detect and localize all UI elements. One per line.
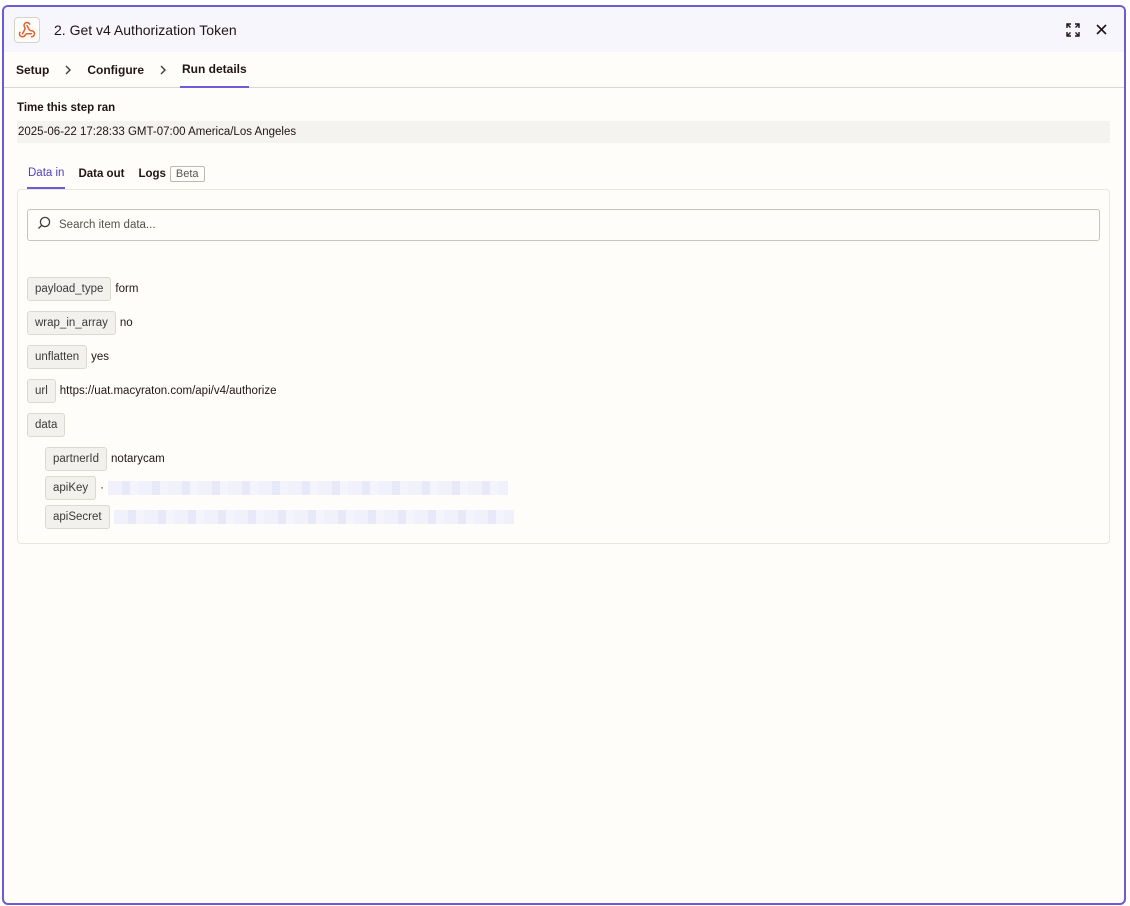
page-title: 2. Get v4 Authorization Token [54, 21, 237, 38]
webhook-icon [14, 16, 40, 43]
breadcrumb-configure[interactable]: Configure [85, 52, 146, 87]
field-row-apisecret: apiSecret [45, 505, 1100, 529]
field-key[interactable]: apiSecret [45, 505, 110, 529]
field-row-apikey: apiKey · [45, 476, 1100, 500]
field-row-data: data [27, 413, 1100, 437]
field-list: payload_type form wrap_in_array no unfla… [27, 277, 1100, 529]
time-value: 2025-06-22 17:28:33 GMT-07:00 America/Lo… [17, 121, 1110, 143]
field-key[interactable]: wrap_in_array [27, 311, 116, 335]
time-label: Time this step ran [17, 102, 116, 114]
field-key[interactable]: apiKey [45, 476, 97, 500]
field-value: notarycam [111, 453, 165, 465]
panel-header: 2. Get v4 Authorization Token [4, 7, 1124, 52]
data-in-panel: payload_type form wrap_in_array no unfla… [17, 189, 1110, 544]
close-icon[interactable] [1092, 21, 1110, 39]
tab-logs-label: Logs [138, 168, 166, 180]
breadcrumb-run-details[interactable]: Run details [180, 52, 249, 88]
breadcrumb: Setup Configure Run details [4, 52, 1124, 88]
chevron-right-icon [146, 52, 180, 87]
field-key[interactable]: url [27, 379, 56, 403]
field-value: https://uat.macyraton.com/api/v4/authori… [59, 385, 277, 397]
field-key[interactable]: data [27, 413, 66, 437]
field-value: form [115, 283, 139, 295]
search-icon [37, 216, 51, 235]
search-input[interactable] [59, 219, 1015, 231]
field-row-unflatten: unflatten yes [27, 345, 1100, 369]
tab-logs[interactable]: Logs Beta [137, 159, 205, 189]
breadcrumb-setup[interactable]: Setup [14, 52, 51, 87]
field-row-url: url https://uat.macyraton.com/api/v4/aut… [27, 379, 1100, 403]
tab-data-in[interactable]: Data in [27, 159, 66, 189]
field-key[interactable]: unflatten [27, 345, 88, 369]
field-key[interactable]: payload_type [27, 277, 112, 301]
redacted-value [113, 510, 514, 524]
field-row-payload-type: payload_type form [27, 277, 1100, 301]
field-value: no [119, 317, 133, 329]
expand-icon[interactable] [1064, 21, 1082, 39]
field-value: yes [91, 351, 110, 363]
data-tabs: Data in Data out Logs Beta [27, 159, 1110, 189]
chevron-right-icon [51, 52, 85, 87]
beta-badge: Beta [169, 166, 205, 182]
search-box[interactable] [27, 209, 1100, 241]
field-value: · [100, 482, 105, 494]
field-key[interactable]: partnerId [45, 447, 108, 471]
tab-data-out[interactable]: Data out [77, 159, 125, 189]
redacted-value [108, 481, 509, 495]
field-row-partnerid: partnerId notarycam [45, 447, 1100, 471]
step-detail-panel: 2. Get v4 Authorization Token Setup Conf… [2, 5, 1126, 905]
field-row-wrap-in-array: wrap_in_array no [27, 311, 1100, 335]
